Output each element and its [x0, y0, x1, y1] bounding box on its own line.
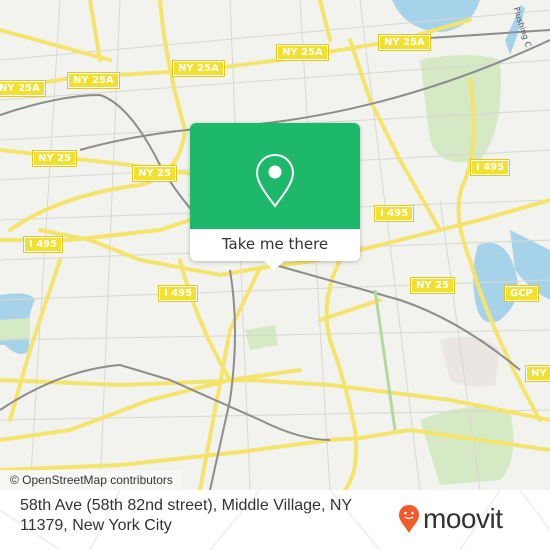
cemetery-area: [440, 336, 500, 387]
take-me-there-button[interactable]: Take me there: [190, 229, 360, 261]
route-shield-ny25: NY 25: [131, 165, 178, 182]
route-shield-ny25a: NY 25A: [378, 34, 431, 51]
map-pin-icon: [255, 153, 295, 208]
route-shield-ny25: NY 25: [409, 277, 456, 294]
moovit-wordmark: moovit: [423, 503, 503, 534]
location-popup: Take me there: [190, 123, 360, 271]
park-small: [0, 318, 30, 340]
park-juniper: [245, 325, 278, 350]
address-text: 58th Ave (58th 82nd street), Middle Vill…: [20, 497, 352, 534]
footer: 58th Ave (58th 82nd street), Middle Vill…: [0, 490, 550, 550]
moovit-pin-icon: [399, 505, 419, 533]
moovit-logo[interactable]: moovit: [398, 502, 503, 536]
greenway: [373, 289, 397, 431]
route-shield-i495: I 495: [22, 236, 64, 253]
route-shield-gcp: GCP: [504, 285, 539, 302]
park-forest-park: [420, 406, 514, 485]
route-shield-ny25a: NY 25A: [67, 72, 120, 89]
route-shield-ny: NY: [525, 365, 550, 382]
park-flushing-meadows: [420, 55, 501, 163]
route-shield-ny25a: NY 25A: [172, 60, 225, 77]
map-canvas[interactable]: NY 25A NY 25A NY 25A NY 25A NY 25A NY 25…: [0, 0, 550, 490]
route-shield-i495: I 495: [373, 205, 415, 222]
map-attribution[interactable]: © OpenStreetMap contributors: [0, 470, 181, 490]
route-shield-ny25a: NY 25A: [0, 80, 46, 97]
route-shield-i495: I 495: [469, 159, 511, 176]
route-shield-ny25a: NY 25A: [276, 44, 329, 61]
water-body-lake-north: [392, 0, 480, 32]
route-shield-i495: I 495: [157, 285, 199, 302]
popup-header: [190, 123, 360, 229]
route-shield-ny25: NY 25: [31, 150, 78, 167]
